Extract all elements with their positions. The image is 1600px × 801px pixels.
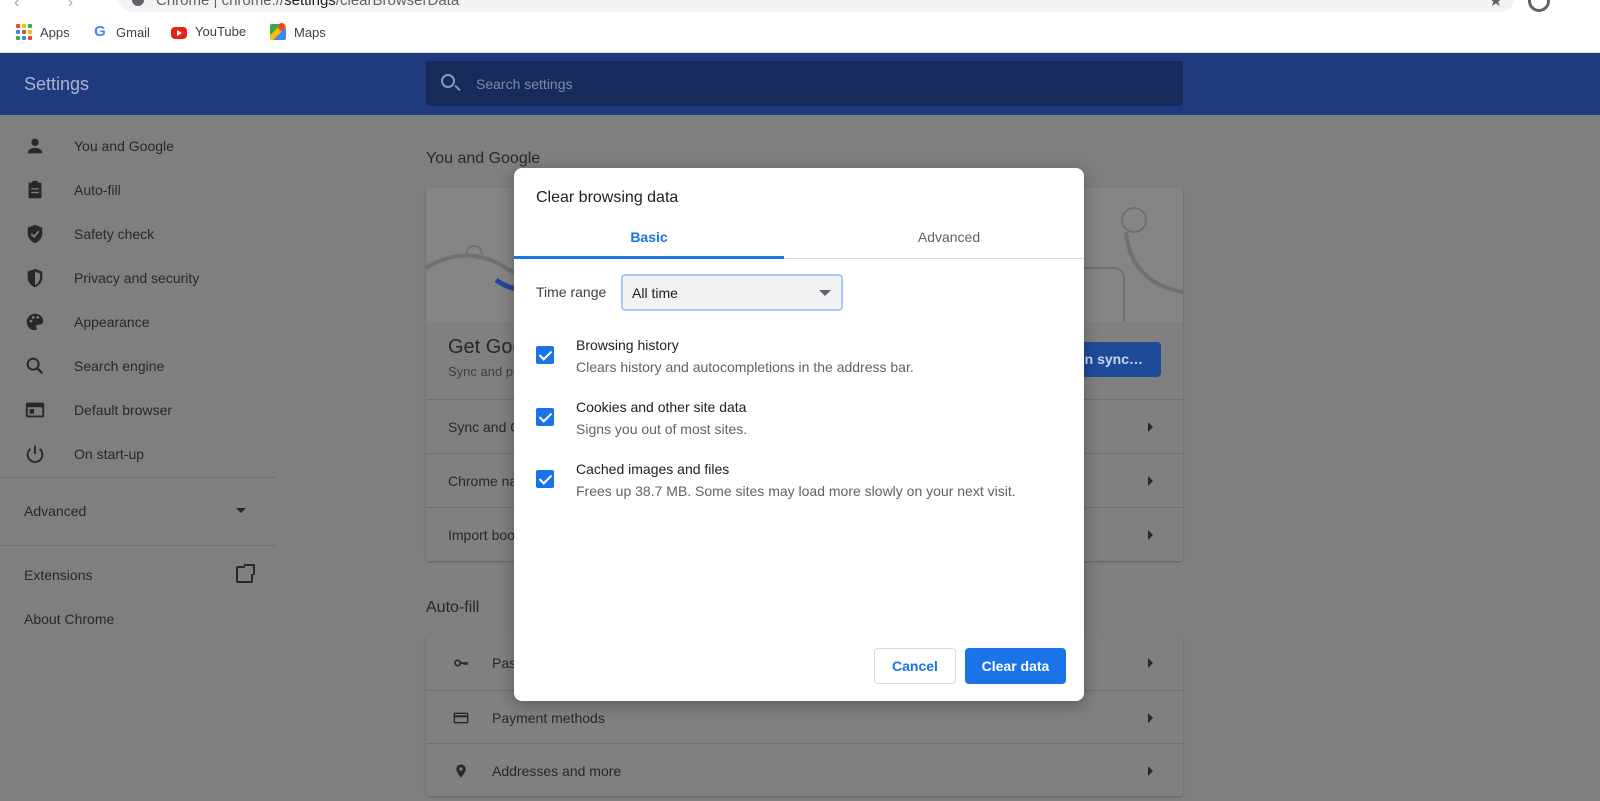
page-title: Settings <box>24 74 90 94</box>
browser-icon <box>24 399 46 421</box>
checkbox-browsing-history[interactable] <box>536 346 554 364</box>
address-bar-strip: ‹ › ↻ Chrome | chrome://settings/clearBr… <box>0 0 1600 14</box>
youtube-icon <box>171 26 187 39</box>
palette-icon <box>24 311 46 333</box>
maps-icon <box>270 24 286 40</box>
sidebar-item-default-browser[interactable]: Default browser <box>24 399 172 421</box>
shield-icon <box>24 267 46 289</box>
sidebar-link-extensions[interactable]: Extensions <box>24 567 92 583</box>
sidebar-advanced-toggle[interactable]: Advanced <box>24 503 256 519</box>
sidebar-divider <box>0 545 276 546</box>
power-icon <box>24 443 46 465</box>
key-icon <box>454 659 468 667</box>
clear-browsing-data-dialog: Clear browsing data Basic Advanced Time … <box>514 168 1084 701</box>
sync-description: Sync and p <box>448 364 514 379</box>
omnibox[interactable]: Chrome | chrome://settings/clearBrowserD… <box>118 0 1515 12</box>
search-box[interactable] <box>426 61 1183 106</box>
profile-icon[interactable] <box>1528 0 1550 12</box>
bookmark-maps[interactable]: Maps <box>270 24 326 40</box>
sidebar-item-privacy-and-security[interactable]: Privacy and security <box>24 267 199 289</box>
active-tab-indicator <box>514 256 784 259</box>
clear-data-button[interactable]: Clear data <box>965 648 1066 684</box>
chevron-down-icon <box>236 508 246 513</box>
section-title-auto-fill: Auto-fill <box>426 599 480 616</box>
sidebar-item-safety-check[interactable]: Safety check <box>24 223 154 245</box>
location-pin-icon <box>456 764 466 778</box>
open-in-new-arrow-icon <box>244 564 255 575</box>
apps-grid-icon <box>16 24 32 40</box>
dialog-title: Clear browsing data <box>536 189 679 206</box>
option-cached-images[interactable]: Cached images and files Frees up 38.7 MB… <box>536 461 1076 508</box>
time-range-select[interactable]: All time <box>621 274 843 311</box>
search-icon <box>24 355 46 377</box>
search-input[interactable] <box>476 73 1166 95</box>
chevron-right-icon <box>1148 658 1153 668</box>
bookmarks-bar: Apps G Gmail YouTube Maps <box>0 14 1600 53</box>
sidebar-item-appearance[interactable]: Appearance <box>24 311 150 333</box>
chevron-right-icon <box>1148 422 1153 432</box>
cancel-button[interactable]: Cancel <box>874 648 956 684</box>
checkbox-cached-images[interactable] <box>536 470 554 488</box>
option-browsing-history[interactable]: Browsing history Clears history and auto… <box>536 337 1076 384</box>
omnibox-url[interactable]: Chrome | chrome://settings/clearBrowserD… <box>156 0 459 9</box>
checkbox-cookies[interactable] <box>536 408 554 426</box>
chevron-right-icon <box>1148 530 1153 540</box>
time-range-label: Time range <box>536 284 607 300</box>
bookmark-youtube[interactable]: YouTube <box>171 24 246 39</box>
tab-advanced[interactable]: Advanced <box>814 216 1084 259</box>
sync-heading: Get Goo <box>448 336 524 358</box>
sidebar-item-search-engine[interactable]: Search engine <box>24 355 164 377</box>
sidebar-link-about-chrome[interactable]: About Chrome <box>24 611 114 627</box>
dialog-tabs: Basic Advanced <box>514 216 1084 259</box>
card-row-addresses[interactable]: Addresses and more <box>426 743 1183 797</box>
google-icon: G <box>94 23 106 40</box>
sidebar-item-on-start-up[interactable]: On start-up <box>24 443 144 465</box>
chevron-right-icon <box>1148 713 1153 723</box>
chevron-right-icon <box>1148 766 1153 776</box>
sidebar-divider <box>0 477 276 478</box>
tab-basic[interactable]: Basic <box>514 216 784 259</box>
clipboard-icon <box>24 179 46 201</box>
option-cookies[interactable]: Cookies and other site data Signs you ou… <box>536 399 1076 446</box>
dropdown-arrow-icon <box>819 290 831 296</box>
sidebar-item-you-and-google[interactable]: You and Google <box>24 135 174 157</box>
settings-header: Settings <box>0 53 1600 115</box>
bookmark-apps[interactable]: Apps <box>16 24 70 40</box>
bookmark-star-icon[interactable]: ★ <box>1489 0 1503 11</box>
shield-check-icon <box>24 223 46 245</box>
bookmark-gmail[interactable]: G Gmail <box>92 24 150 40</box>
section-title-you-and-google: You and Google <box>426 150 541 167</box>
time-range-value: All time <box>632 285 678 301</box>
sidebar: You and Google Auto-fill Safety check Pr… <box>0 115 276 801</box>
sidebar-item-auto-fill[interactable]: Auto-fill <box>24 179 121 201</box>
credit-card-icon <box>453 712 469 724</box>
person-icon <box>24 135 46 157</box>
search-icon <box>441 74 455 88</box>
site-info-icon[interactable] <box>132 0 144 6</box>
chevron-right-icon <box>1148 476 1153 486</box>
